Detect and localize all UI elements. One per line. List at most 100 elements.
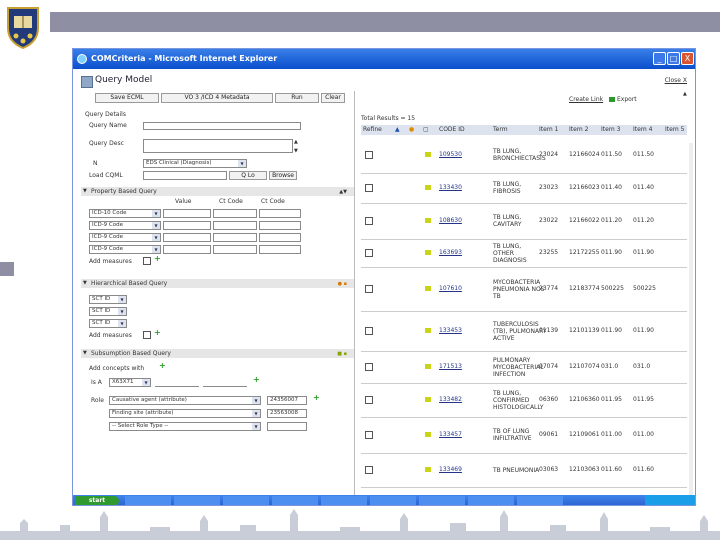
property-value-1[interactable] (163, 209, 211, 218)
role-select-2[interactable]: Finding site (attribute) ▼ (109, 409, 261, 418)
col-item3[interactable]: Item 3 (601, 125, 631, 135)
code-id-link[interactable]: 133430 (439, 184, 462, 191)
col-item5[interactable]: Item 5 (665, 125, 687, 135)
database-select[interactable]: EDS Clinical (Diagnosis) ▼ (143, 159, 247, 168)
query-desc-input[interactable] (143, 139, 293, 153)
is-a-code-input[interactable] (155, 378, 199, 387)
role-select-1[interactable]: Causative agent (attribute) ▼ (109, 396, 261, 405)
property-code2-3[interactable] (259, 233, 301, 242)
hierarchical-add-plus-icon[interactable]: + (154, 329, 161, 337)
create-link[interactable]: Create Link (569, 96, 603, 103)
hierarchical-section-header[interactable]: ▼ Hierarchical Based Query ● ▪ (81, 279, 355, 288)
row-checkbox[interactable] (365, 285, 373, 293)
row-checkbox[interactable] (365, 217, 373, 225)
code-id-link[interactable]: 133453 (439, 327, 462, 334)
scroll-up-icon[interactable]: ▲ (683, 91, 687, 97)
code-id-link[interactable]: 171513 (439, 363, 462, 370)
table-row[interactable]: 133482 06360 12106360 011.95 011.95 TB LUNG, C… (361, 383, 687, 418)
table-row[interactable]: 133469 03063 12103063 011.60 011.60 TB PNEUMO… (361, 453, 687, 488)
col-item1[interactable]: Item 1 (539, 125, 567, 135)
sort-up-icon[interactable]: ▲ (395, 125, 400, 135)
minimize-button[interactable]: _ (653, 52, 666, 65)
row-checkbox[interactable] (365, 184, 373, 192)
role-select-3[interactable]: -- Select Role Type -- ▼ (109, 422, 261, 431)
code-id-link[interactable]: 108630 (439, 217, 462, 224)
property-code2-2[interactable] (259, 221, 301, 230)
property-code1-1[interactable] (213, 209, 257, 218)
property-value-2[interactable] (163, 221, 211, 230)
browse-button[interactable]: Browse (269, 171, 297, 180)
export-link[interactable]: Export (617, 96, 637, 103)
property-add-checkbox[interactable] (143, 257, 151, 265)
property-select-2[interactable]: ICD-9 Code ▼ (89, 221, 161, 230)
table-row[interactable]: 163693 23255 12172255 011.90 011.90 TB LUNG, O… (361, 239, 687, 268)
export-icon[interactable] (609, 97, 615, 102)
row-checkbox[interactable] (365, 151, 373, 159)
col-item2[interactable]: Item 2 (569, 125, 599, 135)
table-row[interactable]: 133457 09061 12109061 011.00 011.00 TB OF LUN… (361, 417, 687, 454)
sct-select-3[interactable]: SCT ID ▼ (89, 319, 127, 328)
metadata-button[interactable]: VO 3 /ICD 4 Metadata (161, 93, 273, 103)
maximize-button[interactable]: □ (667, 52, 680, 65)
role-code-3[interactable] (267, 422, 307, 431)
table-row[interactable]: 109530 23024 12166024 011.50 011.50 TB LUNG, B… (361, 137, 687, 174)
property-code1-3[interactable] (213, 233, 257, 242)
col-refine[interactable]: Refine (363, 125, 393, 135)
property-select-3[interactable]: ICD-9 Code ▼ (89, 233, 161, 242)
role-plus-icon[interactable]: + (313, 394, 320, 402)
role-code-1[interactable]: 24356007 (267, 396, 307, 405)
property-section-header[interactable]: ▼ Property Based Query ▲▼ (81, 187, 355, 196)
desc-scroll-up-icon[interactable]: ▲ (294, 139, 298, 145)
add-concept-plus-icon[interactable]: + (159, 362, 166, 370)
property-code2-4[interactable] (259, 245, 301, 254)
table-row[interactable]: 171513 07074 12107074 031.0 031.0 PULMONARY MY… (361, 351, 687, 384)
property-code1-4[interactable] (213, 245, 257, 254)
col-code-id[interactable]: CODE ID (439, 125, 485, 135)
code-id-link[interactable]: 133482 (439, 396, 462, 403)
select-all-checkbox[interactable]: ▢ (423, 125, 429, 135)
is-a-plus-icon[interactable]: + (253, 376, 260, 384)
row-checkbox[interactable] (365, 249, 373, 257)
row-checkbox[interactable] (365, 466, 373, 474)
property-code2-1[interactable] (259, 209, 301, 218)
property-code1-2[interactable] (213, 221, 257, 230)
is-a-select[interactable]: X63X71 ▼ (109, 378, 151, 387)
clear-button[interactable]: Clear (321, 93, 345, 103)
sct-select-2[interactable]: SCT ID ▼ (89, 307, 127, 316)
col-item4[interactable]: Item 4 (633, 125, 663, 135)
run-button[interactable]: Run (275, 93, 319, 103)
table-row[interactable]: 108630 23022 12166022 011.20 011.20 TB LUNG, C… (361, 203, 687, 240)
save-ecml-button[interactable]: Save ECML (95, 93, 159, 103)
role-code-2[interactable]: 23563008 (267, 409, 307, 418)
table-row[interactable]: 133430 23023 12166023 011.40 011.40 TB LUNG, F… (361, 173, 687, 204)
is-a-term-input[interactable] (203, 378, 247, 387)
row-checkbox[interactable] (365, 431, 373, 439)
subsumption-section-header[interactable]: ▼ Subsumption Based Query ■ ▪ (81, 349, 355, 358)
close-window-button[interactable]: X (681, 52, 694, 65)
load-button[interactable]: Q Lo (229, 171, 267, 180)
col-term[interactable]: Term (493, 125, 537, 135)
hierarchical-add-checkbox[interactable] (143, 331, 151, 339)
property-value-4[interactable] (163, 245, 211, 254)
results-scrollbar[interactable] (689, 143, 693, 505)
table-row[interactable]: 133453 01139 12101139 011.90 011.90 TUBERCULO… (361, 311, 687, 352)
code-id-link[interactable]: 109530 (439, 151, 462, 158)
row-checkbox[interactable] (365, 327, 373, 335)
collapse-arrows-icon[interactable]: ▲▼ (339, 188, 347, 197)
close-link[interactable]: Close X (665, 77, 687, 84)
code-id-link[interactable]: 133457 (439, 431, 462, 438)
table-row[interactable]: 107610 23774 12183774 500225 500225 MYCOBACTE… (361, 267, 687, 312)
desc-scroll-down-icon[interactable]: ▼ (294, 148, 298, 154)
code-id-link[interactable]: 163693 (439, 249, 462, 256)
query-name-input[interactable] (143, 122, 301, 130)
row-checkbox[interactable] (365, 363, 373, 371)
row-checkbox[interactable] (365, 396, 373, 404)
property-value-3[interactable] (163, 233, 211, 242)
property-select-1[interactable]: ICD-10 Code ▼ (89, 209, 161, 218)
sct-select-1[interactable]: SCT ID ▼ (89, 295, 127, 304)
code-id-link[interactable]: 107610 (439, 285, 462, 292)
load-cqml-input[interactable] (143, 171, 227, 180)
property-add-plus-icon[interactable]: + (154, 255, 161, 263)
property-select-4[interactable]: ICD-9 Code ▼ (89, 245, 161, 254)
code-id-link[interactable]: 133469 (439, 466, 462, 473)
